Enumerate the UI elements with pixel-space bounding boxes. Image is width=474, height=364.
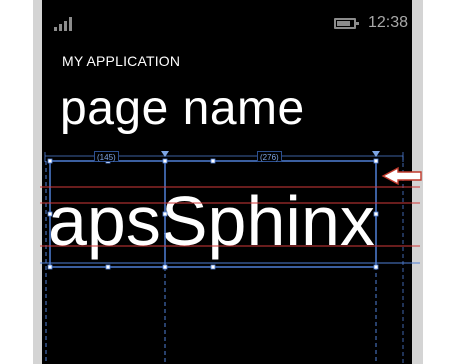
resize-handle[interactable] <box>47 264 53 270</box>
column-width-label: (145) <box>94 151 119 162</box>
resize-handle[interactable] <box>373 211 379 217</box>
resize-handle[interactable] <box>47 158 53 164</box>
resize-handle[interactable] <box>105 264 111 270</box>
signal-strength-icon <box>54 17 76 31</box>
app-title: MY APPLICATION <box>62 53 181 69</box>
resize-handle[interactable] <box>47 211 53 217</box>
resize-handle[interactable] <box>210 264 216 270</box>
resize-handle[interactable] <box>162 211 168 217</box>
battery-icon <box>334 18 359 29</box>
column-width-label: (276) <box>257 151 282 162</box>
resize-handle[interactable] <box>162 158 168 164</box>
battery-fill <box>337 21 350 26</box>
resize-handle[interactable] <box>373 264 379 270</box>
status-time: 12:38 <box>368 14 409 31</box>
sample-textblock[interactable]: apsSphinx <box>48 178 375 264</box>
resize-handle[interactable] <box>373 158 379 164</box>
page-title: page name <box>60 82 305 135</box>
resize-handle[interactable] <box>210 158 216 164</box>
resize-handle[interactable] <box>162 264 168 270</box>
